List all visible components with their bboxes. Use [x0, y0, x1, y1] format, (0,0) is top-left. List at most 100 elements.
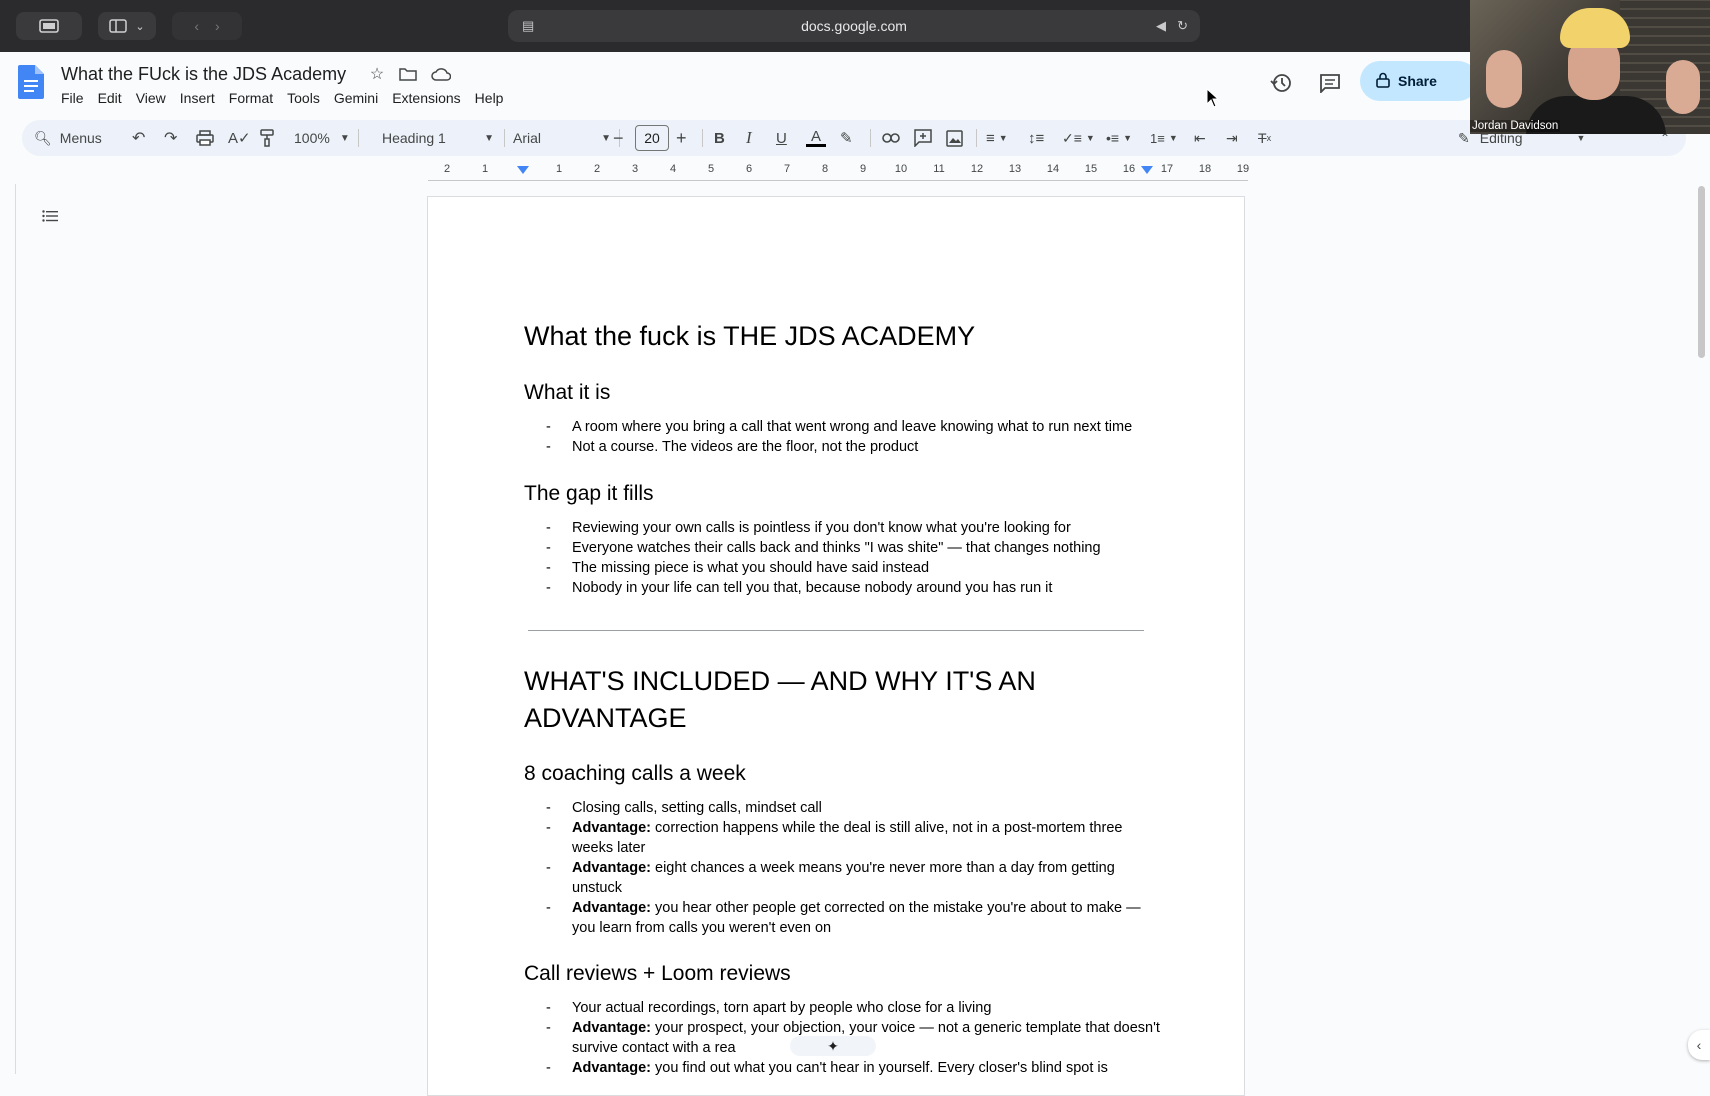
- search-menus-label: Menus: [59, 130, 102, 146]
- increase-indent-icon[interactable]: ⇥: [1226, 120, 1238, 156]
- search-menus[interactable]: 🔍︎ Menus: [34, 120, 102, 156]
- docs-header: What the FUck is the JDS Academy ☆ File …: [0, 52, 1710, 114]
- side-panel-toggle-icon[interactable]: ‹: [1688, 1030, 1710, 1060]
- menu-gemini[interactable]: Gemini: [327, 90, 385, 106]
- pencil-icon: ✎: [1458, 129, 1470, 146]
- horizontal-ruler[interactable]: 2 1 1 2 3 4 5 6 7 8 9 10 11 12 13 14 15 …: [428, 160, 1250, 182]
- window-switcher-button[interactable]: [16, 12, 82, 40]
- vertical-scrollbar[interactable]: [1698, 186, 1705, 358]
- menu-file[interactable]: File: [61, 90, 91, 106]
- list-item: - Advantage: you hear other people get co…: [546, 900, 1141, 936]
- comments-icon[interactable]: [1316, 69, 1344, 97]
- document-page[interactable]: What the fuck is THE JDS ACADEMY What it…: [427, 196, 1245, 1096]
- ruler-tick-label: 4: [669, 163, 677, 175]
- document-outline-icon[interactable]: [34, 202, 66, 230]
- list-item: -A room where you bring a call that went…: [546, 419, 1133, 435]
- menu-extensions[interactable]: Extensions: [385, 90, 467, 106]
- page-menu-icon[interactable]: ▤: [522, 18, 534, 34]
- insert-image-icon[interactable]: [946, 120, 963, 156]
- ruler-tick-label: 9: [859, 163, 867, 175]
- left-margin-line: [15, 184, 16, 1074]
- speaker-icon[interactable]: ◀: [1156, 18, 1166, 34]
- font-size-input[interactable]: 20: [635, 125, 669, 151]
- underline-icon[interactable]: U: [776, 120, 787, 156]
- video-call-overlay[interactable]: Jordan Davidson: [1470, 0, 1710, 134]
- back-arrow-icon[interactable]: ‹: [194, 18, 199, 34]
- share-button[interactable]: Share: [1360, 61, 1478, 101]
- list-item: - Not a course. The videos are the floor,…: [546, 439, 919, 455]
- gemini-assist-pill[interactable]: ✦: [790, 1036, 876, 1056]
- menu-edit[interactable]: Edit: [91, 90, 129, 106]
- numbered-list-icon[interactable]: 1≡ ▼: [1150, 120, 1178, 156]
- list-item: - Your actual recordings, torn apart by p…: [546, 1000, 992, 1016]
- lock-icon: [1376, 72, 1390, 91]
- list-item: - Nobody in your life can tell you that, …: [546, 580, 1053, 596]
- ruler-tick-label: 1: [481, 163, 489, 175]
- zoom-value: 100%: [294, 130, 330, 146]
- section-heading: The gap it fills: [524, 482, 654, 505]
- bold-icon[interactable]: B: [714, 120, 725, 156]
- paint-format-icon[interactable]: [260, 120, 274, 156]
- participant-hand: [1486, 50, 1522, 108]
- share-label: Share: [1398, 73, 1437, 89]
- star-icon[interactable]: ☆: [367, 64, 387, 84]
- ruler-baseline: [428, 180, 1248, 181]
- increase-font-size-icon[interactable]: +: [676, 120, 687, 156]
- list-item: - The missing piece is what you should ha…: [546, 560, 930, 576]
- divider: [976, 129, 977, 147]
- bulleted-list-icon[interactable]: •≡ ▼: [1106, 120, 1132, 156]
- move-folder-icon[interactable]: [398, 64, 418, 84]
- cloud-saved-icon[interactable]: [431, 64, 451, 84]
- style-value: Heading 1: [382, 130, 446, 146]
- address-bar[interactable]: ▤ docs.google.com ◀ ↻: [508, 10, 1200, 42]
- align-icon[interactable]: ≡ ▼: [986, 120, 1008, 156]
- menu-help[interactable]: Help: [468, 90, 511, 106]
- decrease-indent-icon[interactable]: ⇤: [1194, 120, 1206, 156]
- menu-view[interactable]: View: [129, 90, 173, 106]
- redo-icon[interactable]: ↷: [164, 120, 177, 156]
- font-family-select[interactable]: Arial ▼: [513, 120, 611, 156]
- ruler-tick-label: 19: [1236, 163, 1250, 175]
- list-item: - Advantage: correction happens while the…: [546, 820, 1123, 856]
- list-item: - Closing calls, setting calls, mindset c…: [546, 800, 822, 816]
- paragraph-style-select[interactable]: Heading 1 ▼: [382, 120, 494, 156]
- text-color-icon[interactable]: A: [806, 120, 826, 156]
- left-indent-marker[interactable]: [517, 166, 529, 174]
- menu-format[interactable]: Format: [222, 90, 280, 106]
- insert-comment-icon[interactable]: [914, 120, 932, 156]
- menu-insert[interactable]: Insert: [173, 90, 222, 106]
- nav-buttons: ‹ ›: [172, 12, 242, 40]
- caret-down-icon: ▼: [339, 132, 350, 144]
- caret-down-icon: ▼: [1576, 133, 1586, 143]
- chevron-down-icon: ⌄: [135, 20, 145, 33]
- highlight-color-icon[interactable]: ✎: [840, 120, 853, 156]
- italic-icon[interactable]: I: [746, 120, 752, 156]
- sidebar-toggle-button[interactable]: ⌄: [98, 12, 156, 40]
- divider: [504, 129, 505, 147]
- divider: [702, 129, 703, 147]
- print-icon[interactable]: [196, 120, 214, 156]
- right-indent-marker[interactable]: [1141, 166, 1153, 174]
- spellcheck-icon[interactable]: A✓: [228, 120, 251, 156]
- clear-formatting-icon[interactable]: Tx: [1258, 120, 1271, 156]
- ruler-tick-label: 2: [443, 163, 451, 175]
- google-docs-logo-icon[interactable]: [18, 65, 44, 99]
- forward-arrow-icon[interactable]: ›: [215, 18, 220, 34]
- list-item: - Advantage: you find out what you can't …: [546, 1060, 1108, 1076]
- ruler-tick-label: 15: [1084, 163, 1098, 175]
- menu-tools[interactable]: Tools: [280, 90, 327, 106]
- line-spacing-icon[interactable]: ↕≡: [1028, 120, 1044, 156]
- document-title[interactable]: What the FUck is the JDS Academy: [61, 64, 346, 85]
- ruler-tick-label: 1: [555, 163, 563, 175]
- decrease-font-size-icon[interactable]: −: [613, 120, 624, 156]
- divider: [870, 129, 871, 147]
- undo-icon[interactable]: ↶: [132, 120, 145, 156]
- zoom-select[interactable]: 100% ▼: [294, 120, 350, 156]
- browser-toolbar: ⌄ ‹ › ▤ docs.google.com ◀ ↻: [0, 0, 1710, 52]
- insert-link-icon[interactable]: [882, 120, 900, 156]
- ruler-tick-label: 8: [821, 163, 829, 175]
- checklist-icon[interactable]: ✓≡ ▼: [1062, 120, 1095, 156]
- section-heading: What it is: [524, 381, 611, 404]
- version-history-icon[interactable]: [1267, 69, 1295, 97]
- reload-icon[interactable]: ↻: [1177, 18, 1188, 34]
